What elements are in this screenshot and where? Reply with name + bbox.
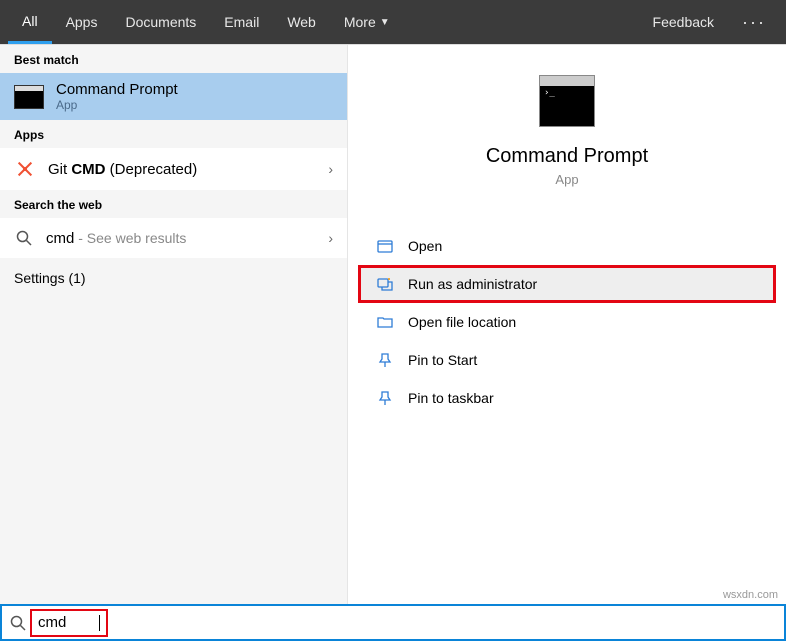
tab-web[interactable]: Web [273, 0, 330, 44]
action-run-as-administrator[interactable]: Run as administrator [358, 265, 776, 303]
action-open-file-location[interactable]: Open file location [358, 303, 776, 341]
tab-documents[interactable]: Documents [111, 0, 210, 44]
action-label: Pin to taskbar [408, 390, 494, 406]
preview-header: Command Prompt App [348, 45, 786, 227]
pin-icon [376, 389, 394, 407]
search-input[interactable] [38, 614, 98, 631]
text-cursor [99, 615, 100, 631]
cmd-icon-large [539, 75, 595, 127]
pin-icon [376, 351, 394, 369]
best-match-title: Command Prompt [56, 81, 178, 98]
action-label: Run as administrator [408, 276, 537, 292]
folder-icon [376, 313, 394, 331]
preview-subtitle: App [555, 172, 578, 187]
chevron-right-icon: › [328, 230, 333, 246]
watermark: wsxdn.com [723, 589, 778, 601]
action-label: Pin to Start [408, 352, 477, 368]
more-icon: ··· [742, 12, 766, 32]
options-button[interactable]: ··· [730, 12, 778, 33]
settings-label: Settings (1) [14, 270, 86, 286]
settings-result[interactable]: Settings (1) [0, 258, 347, 298]
tab-apps[interactable]: Apps [52, 0, 112, 44]
search-icon [8, 613, 28, 633]
tab-label: Apps [66, 14, 98, 30]
tab-email[interactable]: Email [210, 0, 273, 44]
cmd-icon [14, 85, 44, 109]
best-match-item[interactable]: Command Prompt App [0, 73, 347, 120]
git-icon [14, 158, 36, 180]
web-result-label: cmd - See web results [46, 230, 186, 247]
best-match-header: Best match [0, 45, 347, 73]
feedback-button[interactable]: Feedback [637, 14, 730, 30]
admin-icon [376, 275, 394, 293]
search-icon [14, 228, 34, 248]
app-result-git-cmd[interactable]: Git CMD (Deprecated) › [0, 148, 347, 190]
results-list: Best match Command Prompt App Apps Git C… [0, 45, 348, 604]
action-pin-to-taskbar[interactable]: Pin to taskbar [358, 379, 776, 417]
app-result-label: Git CMD (Deprecated) [48, 161, 197, 178]
action-open[interactable]: Open [358, 227, 776, 265]
apps-header: Apps [0, 120, 347, 148]
search-results-content: Best match Command Prompt App Apps Git C… [0, 44, 786, 604]
web-result-item[interactable]: cmd - See web results › [0, 218, 347, 258]
tab-all[interactable]: All [8, 0, 52, 44]
tab-label: All [22, 13, 38, 29]
preview-title: Command Prompt [486, 145, 648, 168]
tab-label: Web [287, 14, 316, 30]
preview-actions: Open Run as administrator Open file loca… [348, 227, 786, 417]
tab-label: More [344, 14, 376, 30]
open-icon [376, 237, 394, 255]
search-bar[interactable] [0, 604, 786, 641]
chevron-right-icon: › [328, 161, 333, 177]
chevron-down-icon: ▼ [380, 17, 390, 28]
action-label: Open [408, 238, 442, 254]
search-filter-header: All Apps Documents Email Web More ▼ Feed… [0, 0, 786, 44]
tab-label: Documents [125, 14, 196, 30]
search-input-highlight [32, 611, 106, 635]
result-preview-panel: Command Prompt App Open Run as administr… [348, 45, 786, 604]
search-web-header: Search the web [0, 190, 347, 218]
tab-more[interactable]: More ▼ [330, 0, 404, 44]
action-pin-to-start[interactable]: Pin to Start [358, 341, 776, 379]
tab-label: Email [224, 14, 259, 30]
best-match-subtitle: App [56, 98, 178, 112]
action-label: Open file location [408, 314, 516, 330]
feedback-label: Feedback [653, 14, 714, 30]
